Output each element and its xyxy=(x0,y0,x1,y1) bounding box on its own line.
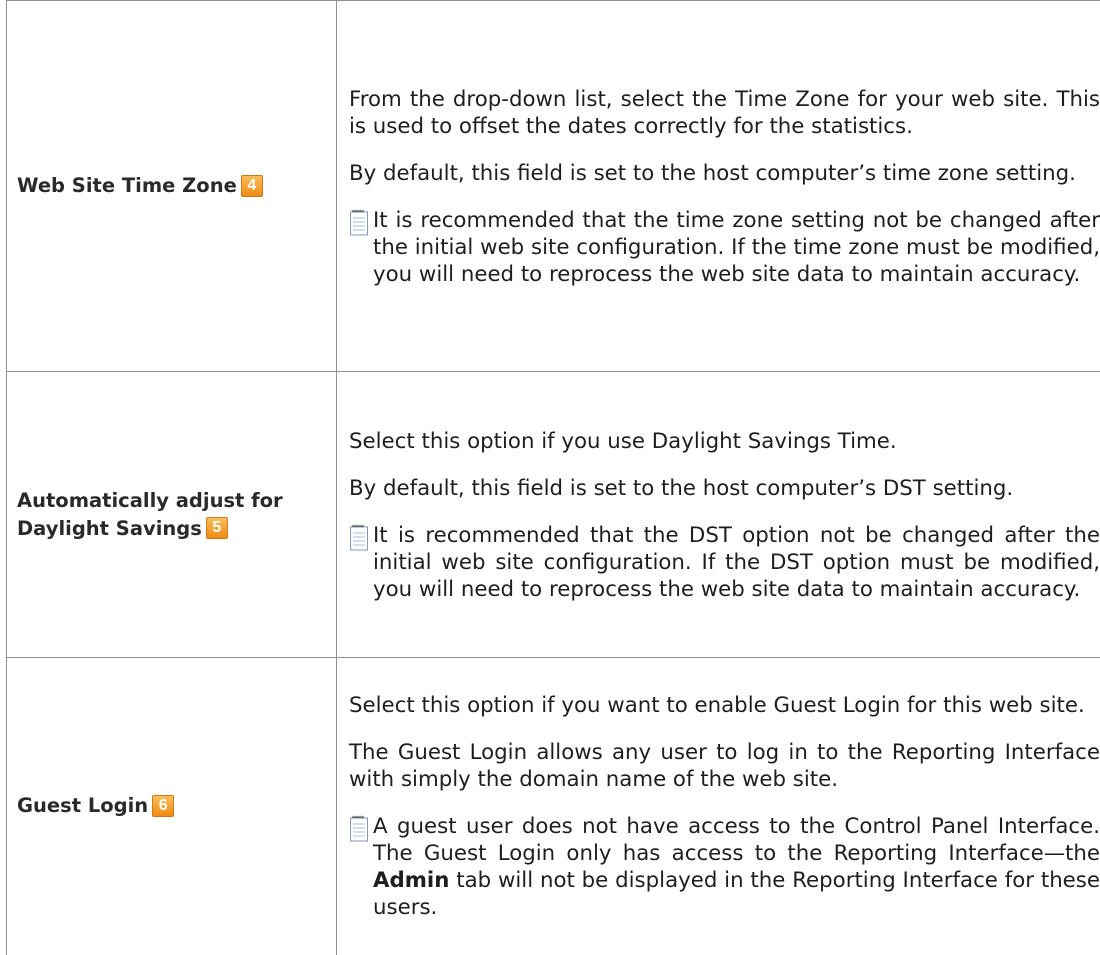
table-row: Automatically adjust for Daylight Saving… xyxy=(7,372,1100,658)
note-text-part: A guest user does not have access to the… xyxy=(373,814,1100,866)
note-block: A guest user does not have access to the… xyxy=(349,813,1100,921)
description-paragraph: By default, this field is set to the hos… xyxy=(349,160,1100,187)
notepad-icon xyxy=(349,524,369,552)
note-block: It is recommended that the DST option no… xyxy=(349,522,1100,603)
note-block: It is recommended that the time zone set… xyxy=(349,207,1100,288)
description-cell: Select this option if you use Daylight S… xyxy=(337,372,1100,658)
note-text: It is recommended that the time zone set… xyxy=(373,207,1100,288)
description-paragraph: Select this option if you want to enable… xyxy=(349,692,1100,719)
notepad-icon xyxy=(349,209,369,237)
field-name-cell: Web Site Time Zone4 xyxy=(7,1,337,372)
description-cell: From the drop-down list, select the Time… xyxy=(337,1,1100,372)
table-row: Web Site Time Zone4 From the drop-down l… xyxy=(7,1,1100,372)
note-text: A guest user does not have access to the… xyxy=(373,813,1100,921)
admin-tab-name: Admin xyxy=(373,868,449,893)
callout-badge: 4 xyxy=(241,175,263,197)
note-text: It is recommended that the DST option no… xyxy=(373,522,1100,603)
field-name: Automatically adjust for Daylight Saving… xyxy=(17,489,283,540)
description-paragraph: By default, this field is set to the hos… xyxy=(349,475,1100,502)
table-row: Guest Login6 Select this option if you w… xyxy=(7,658,1100,955)
notepad-icon xyxy=(349,815,369,843)
callout-badge: 5 xyxy=(206,517,228,539)
note-text-part: tab will not be displayed in the Reporti… xyxy=(373,868,1100,920)
field-name-cell: Automatically adjust for Daylight Saving… xyxy=(7,372,337,658)
field-name-cell: Guest Login6 xyxy=(7,658,337,955)
field-name: Guest Login xyxy=(17,794,148,817)
description-paragraph: Select this option if you use Daylight S… xyxy=(349,428,1100,455)
description-paragraph: The Guest Login allows any user to log i… xyxy=(349,739,1100,793)
callout-badge: 6 xyxy=(152,795,174,817)
field-description-table: Web Site Time Zone4 From the drop-down l… xyxy=(6,0,1100,955)
description-cell: Select this option if you want to enable… xyxy=(337,658,1100,955)
field-name: Web Site Time Zone xyxy=(17,174,237,197)
description-paragraph: From the drop-down list, select the Time… xyxy=(349,86,1100,140)
